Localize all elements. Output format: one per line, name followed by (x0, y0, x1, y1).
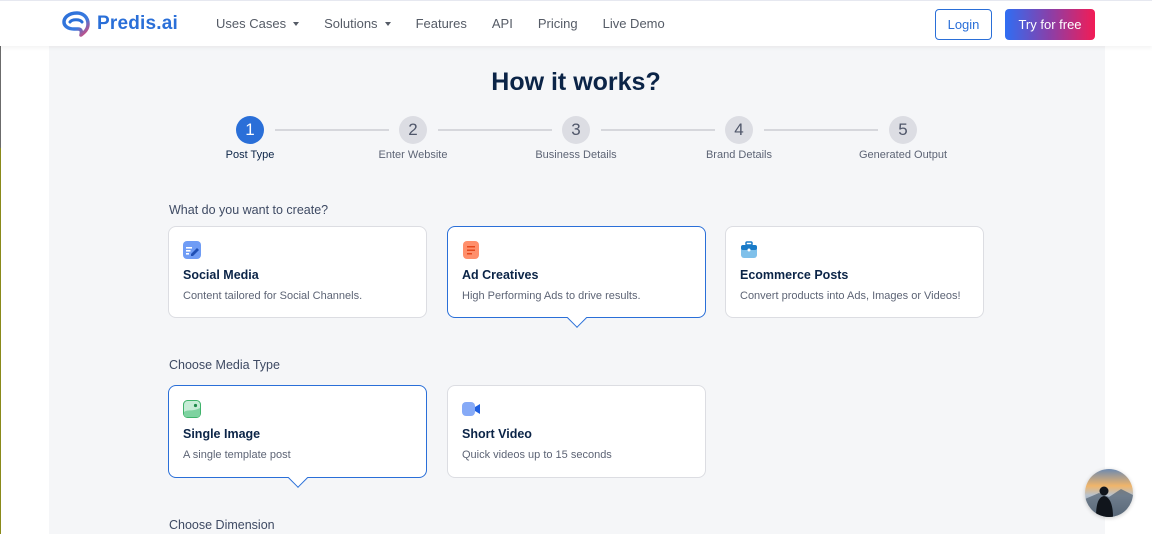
option-title: Ecommerce Posts (740, 268, 849, 282)
document-lines-icon (463, 241, 479, 259)
step-brand-details[interactable]: 4 Brand Details (679, 116, 799, 161)
person-silhouette-icon (1085, 469, 1133, 517)
nav-features[interactable]: Features (416, 16, 467, 31)
option-title: Single Image (183, 427, 261, 441)
page-title: How it works? (491, 68, 661, 96)
nav-label: Live Demo (602, 16, 665, 31)
step-label: Generated Output (858, 149, 948, 161)
nav-label: Features (415, 16, 467, 31)
option-single-image[interactable]: Single Image A single template post (168, 385, 427, 488)
nav-uses-cases[interactable]: Uses Cases (216, 16, 300, 31)
chat-avatar-button[interactable] (1085, 469, 1133, 517)
option-description: Quick videos up to 15 seconds (462, 449, 612, 461)
option-description: A single template post (183, 449, 291, 461)
step-number: 2 (399, 116, 427, 144)
step-label: Business Details (535, 149, 617, 161)
option-title: Social Media (183, 268, 259, 282)
caret-down-icon (384, 21, 391, 26)
step-label: Brand Details (705, 149, 773, 161)
step-business-details[interactable]: 3 Business Details (516, 116, 636, 161)
step-number: 5 (889, 116, 917, 144)
caret-down-icon (293, 21, 300, 26)
nav-label: API (491, 16, 513, 31)
main-nav: Uses Cases Solutions Features API Pricin… (216, 16, 690, 31)
nav-label: Pricing (537, 16, 578, 31)
step-post-type[interactable]: 1 Post Type (190, 116, 310, 161)
edit-note-icon (183, 241, 201, 259)
image-icon (183, 400, 201, 418)
step-number: 4 (725, 116, 753, 144)
media-section-label: Choose Media Type (169, 358, 280, 372)
logo-icon (62, 11, 90, 37)
nav-solutions[interactable]: Solutions (324, 16, 391, 31)
logo-text: Predis.ai (97, 13, 179, 34)
briefcase-icon (741, 241, 757, 258)
step-label: Enter Website (378, 149, 448, 161)
logo[interactable]: Predis.ai (62, 11, 178, 37)
window-edge-accent (0, 148, 1, 534)
nav-pricing[interactable]: Pricing (538, 16, 578, 31)
option-ecommerce-posts[interactable]: Ecommerce Posts Convert products into Ad… (725, 226, 984, 318)
option-title: Short Video (462, 427, 532, 441)
step-number: 3 (562, 116, 590, 144)
nav-label: Solutions (324, 16, 378, 31)
nav-live-demo[interactable]: Live Demo (603, 16, 665, 31)
option-short-video[interactable]: Short Video Quick videos up to 15 second… (447, 385, 706, 478)
option-description: High Performing Ads to drive results. (462, 290, 641, 302)
nav-label: Uses Cases (216, 16, 287, 31)
option-description: Convert products into Ads, Images or Vid… (740, 290, 961, 302)
login-button[interactable]: Login (935, 9, 992, 40)
option-social-media[interactable]: Social Media Content tailored for Social… (168, 226, 427, 318)
create-section-label: What do you want to create? (169, 203, 329, 217)
top-navbar: Predis.ai Uses Cases Solutions Features … (0, 0, 1152, 46)
video-camera-icon (462, 402, 480, 416)
stepper: 1 Post Type 2 Enter Website 3 Business D… (0, 116, 1152, 166)
option-description: Content tailored for Social Channels. (183, 290, 363, 302)
option-title: Ad Creatives (462, 268, 539, 282)
try-for-free-button[interactable]: Try for free (1005, 9, 1095, 40)
dimension-section-label: Choose Dimension (169, 518, 275, 532)
step-label: Post Type (225, 149, 275, 161)
option-ad-creatives[interactable]: Ad Creatives High Performing Ads to driv… (447, 226, 706, 328)
step-enter-website[interactable]: 2 Enter Website (353, 116, 473, 161)
nav-api[interactable]: API (492, 16, 513, 31)
step-number: 1 (236, 116, 264, 144)
step-generated-output[interactable]: 5 Generated Output (843, 116, 963, 161)
